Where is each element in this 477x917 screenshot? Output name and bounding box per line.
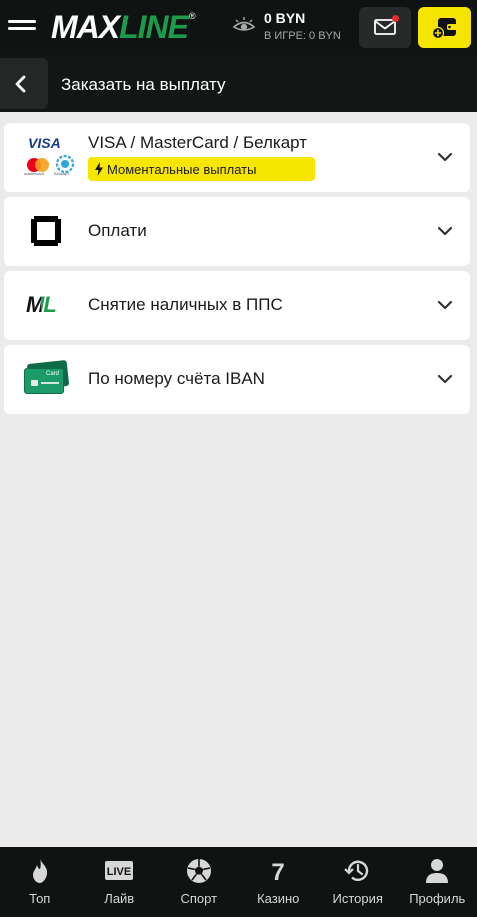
- back-button[interactable]: [0, 58, 48, 109]
- casino-icon-text: 7: [272, 859, 285, 884]
- method-title: По номеру счёта IBAN: [88, 369, 265, 388]
- messages-button[interactable]: [359, 7, 411, 48]
- payout-method-oplati[interactable]: Оплати: [4, 197, 470, 266]
- nav-label: Казино: [257, 891, 300, 906]
- card-chip: [31, 380, 38, 386]
- top-bar: MAX LINE ® 0 BYN В ИГРЕ: 0 BYN: [0, 0, 477, 55]
- mastercard-caption: mastercard: [24, 171, 45, 176]
- nav-top[interactable]: Топ: [0, 847, 80, 917]
- card-front: Card: [24, 368, 64, 394]
- method-title: Оплати: [88, 221, 147, 240]
- nav-label: Лайв: [104, 891, 135, 906]
- history-icon: [343, 860, 368, 881]
- eye-icon[interactable]: [232, 15, 256, 37]
- ml-logo-text: ML: [26, 292, 57, 317]
- notification-dot: [392, 15, 399, 22]
- chevron-down-icon[interactable]: [437, 300, 453, 310]
- live-icon-text: LIVE: [107, 866, 131, 878]
- logo-line-text: LINE: [119, 9, 189, 45]
- chevron-down-icon[interactable]: [437, 374, 453, 384]
- belkart-caption: Белкарт: [54, 171, 70, 176]
- logo-registered-mark: ®: [189, 11, 196, 21]
- soccer-ball-icon: [186, 859, 211, 883]
- slot-seven-icon: 7: [272, 859, 285, 884]
- wallet-plus-icon: [432, 18, 457, 40]
- cards-icon: VISA mastercard Белкарт: [4, 123, 84, 192]
- live-icon: LIVE: [105, 861, 134, 880]
- payout-method-visa[interactable]: VISA mastercard Белкарт VISA / MasterCar…: [4, 123, 470, 192]
- nav-label: История: [332, 891, 383, 906]
- balance-in-game: В ИГРЕ: 0 BYN: [264, 30, 341, 42]
- nav-profile[interactable]: Профиль: [398, 847, 477, 917]
- card-stripe: [41, 382, 59, 384]
- nav-label: Профиль: [409, 891, 466, 906]
- bottom-navigation: Топ LIVE Лайв Спорт 7 Казино История Про…: [0, 847, 477, 917]
- hamburger-icon[interactable]: [8, 18, 38, 34]
- nav-label: Спорт: [180, 891, 218, 906]
- logo-max-text: MAX: [51, 9, 120, 45]
- payout-method-iban[interactable]: Card По номеру счёта IBAN: [4, 345, 470, 414]
- user-icon: [426, 859, 449, 883]
- card-label: Card: [45, 371, 59, 377]
- nav-sport[interactable]: Спорт: [159, 847, 239, 917]
- nav-live[interactable]: LIVE Лайв: [80, 847, 160, 917]
- chevron-down-icon[interactable]: [437, 226, 453, 236]
- nav-casino[interactable]: 7 Казино: [239, 847, 319, 917]
- ml-logo-icon: ML: [26, 292, 57, 317]
- lightning-icon: [95, 162, 103, 176]
- nav-history[interactable]: История: [318, 847, 398, 917]
- flame-icon: [32, 859, 47, 883]
- oplati-icon: [31, 216, 61, 246]
- page-title: Заказать на выплату: [61, 75, 226, 94]
- method-title: VISA / MasterCard / Белкарт: [88, 133, 308, 152]
- maxline-logo[interactable]: MAX LINE ®: [51, 9, 196, 45]
- nav-label: Топ: [29, 891, 51, 906]
- balance-amount[interactable]: 0 BYN: [264, 10, 305, 26]
- chevron-left-icon: [15, 75, 26, 93]
- chevron-down-icon[interactable]: [437, 152, 453, 162]
- instant-payout-badge: Моментальные выплаты: [88, 157, 315, 181]
- deposit-button[interactable]: [418, 7, 471, 48]
- visa-logo: VISA: [28, 135, 61, 151]
- badge-label: Моментальные выплаты: [107, 161, 257, 177]
- payout-method-cash[interactable]: ML Снятие наличных в ППС: [4, 271, 470, 340]
- method-title: Снятие наличных в ППС: [88, 295, 283, 314]
- bank-card-icon: Card: [24, 359, 70, 396]
